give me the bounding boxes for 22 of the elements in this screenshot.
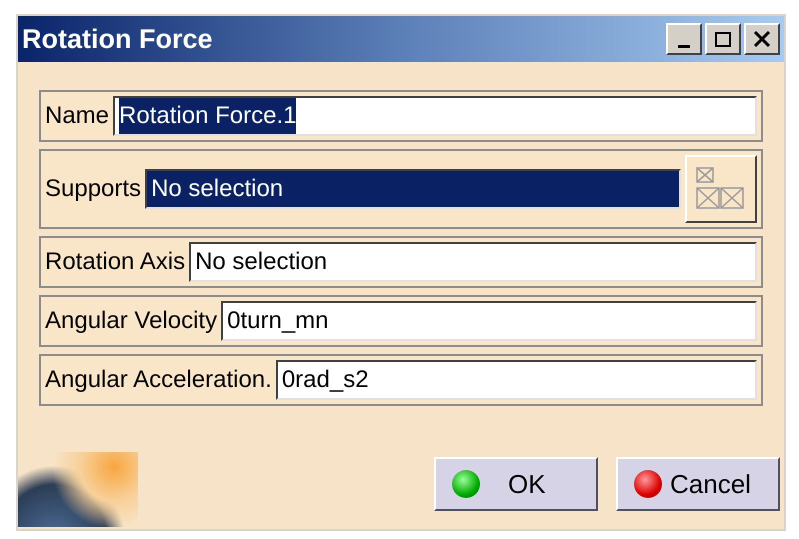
field-label: Supports [45,174,142,204]
input-field[interactable]: 0turn_mn [221,301,757,341]
maximize-button[interactable] [705,23,741,55]
minimize-icon [678,44,690,48]
cancel-button[interactable]: Cancel [616,457,780,511]
globe-logo-icon [18,452,138,527]
selection-list-button[interactable] [685,155,757,223]
input-field[interactable]: 0rad_s2 [276,360,757,400]
window-title: Rotation Force [22,22,213,56]
field-label: Angular Velocity [45,306,218,336]
close-icon [754,31,770,47]
grid-cells-icon [695,166,747,212]
maximize-icon [715,32,731,46]
field-label: Name [45,101,110,131]
close-button[interactable] [744,23,780,55]
field-label: Angular Acceleration. [45,365,272,395]
input-field[interactable]: Rotation Force.1 [113,96,757,136]
minimize-button[interactable] [666,23,702,55]
input-field[interactable]: No selection [145,169,681,209]
field-label: Rotation Axis [45,247,186,277]
input-field[interactable]: No selection [189,242,757,282]
ok-button[interactable]: OK [434,457,598,511]
